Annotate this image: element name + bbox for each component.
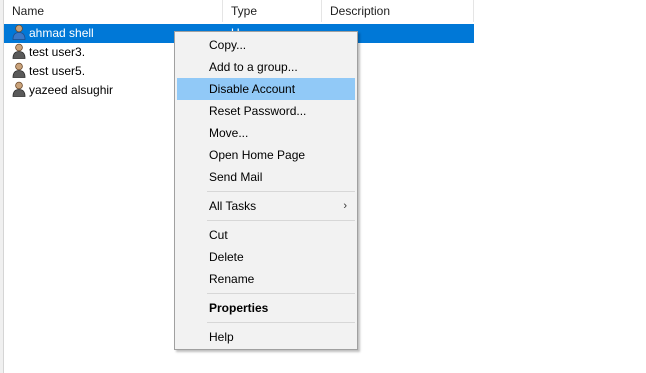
column-header-name[interactable]: Name	[4, 0, 223, 22]
menu-item-delete[interactable]: Delete	[177, 246, 355, 268]
list-item-name-cell: test user3.	[12, 43, 85, 62]
menu-item-all-tasks[interactable]: All Tasks ›	[177, 195, 355, 217]
menu-item-move[interactable]: Move...	[177, 122, 355, 144]
user-icon	[12, 62, 26, 78]
list-item-name-cell: ahmad shell	[12, 24, 94, 43]
user-name: yazeed alsughir	[29, 83, 114, 97]
user-icon	[12, 81, 26, 97]
menu-item-add-to-group[interactable]: Add to a group...	[177, 56, 355, 78]
menu-item-help[interactable]: Help	[177, 326, 355, 348]
menu-item-rename[interactable]: Rename	[177, 268, 355, 290]
menu-separator	[207, 191, 355, 192]
menu-separator	[207, 322, 355, 323]
list-header: Name Type Description	[4, 0, 474, 22]
user-icon	[12, 43, 26, 59]
column-header-description[interactable]: Description	[322, 0, 474, 22]
menu-item-reset-password[interactable]: Reset Password...	[177, 100, 355, 122]
user-icon	[12, 24, 26, 40]
list-item-name-cell: yazeed alsughir	[12, 81, 113, 100]
menu-item-all-tasks-label: All Tasks	[209, 199, 257, 213]
menu-item-open-home-page[interactable]: Open Home Page	[177, 144, 355, 166]
chevron-right-icon: ›	[343, 200, 347, 212]
list-item-name-cell: test user5.	[12, 62, 85, 81]
menu-item-send-mail[interactable]: Send Mail	[177, 166, 355, 188]
menu-item-properties[interactable]: Properties	[177, 297, 355, 319]
user-name: test user3.	[29, 45, 86, 59]
user-name: ahmad shell	[29, 26, 94, 40]
user-name: test user5.	[29, 64, 86, 78]
menu-separator	[207, 220, 355, 221]
menu-separator	[207, 293, 355, 294]
context-menu: Copy... Add to a group... Disable Accoun…	[174, 31, 358, 350]
menu-item-cut[interactable]: Cut	[177, 224, 355, 246]
menu-item-disable-account[interactable]: Disable Account	[177, 78, 355, 100]
column-header-type[interactable]: Type	[223, 0, 322, 22]
menu-item-copy[interactable]: Copy...	[177, 34, 355, 56]
